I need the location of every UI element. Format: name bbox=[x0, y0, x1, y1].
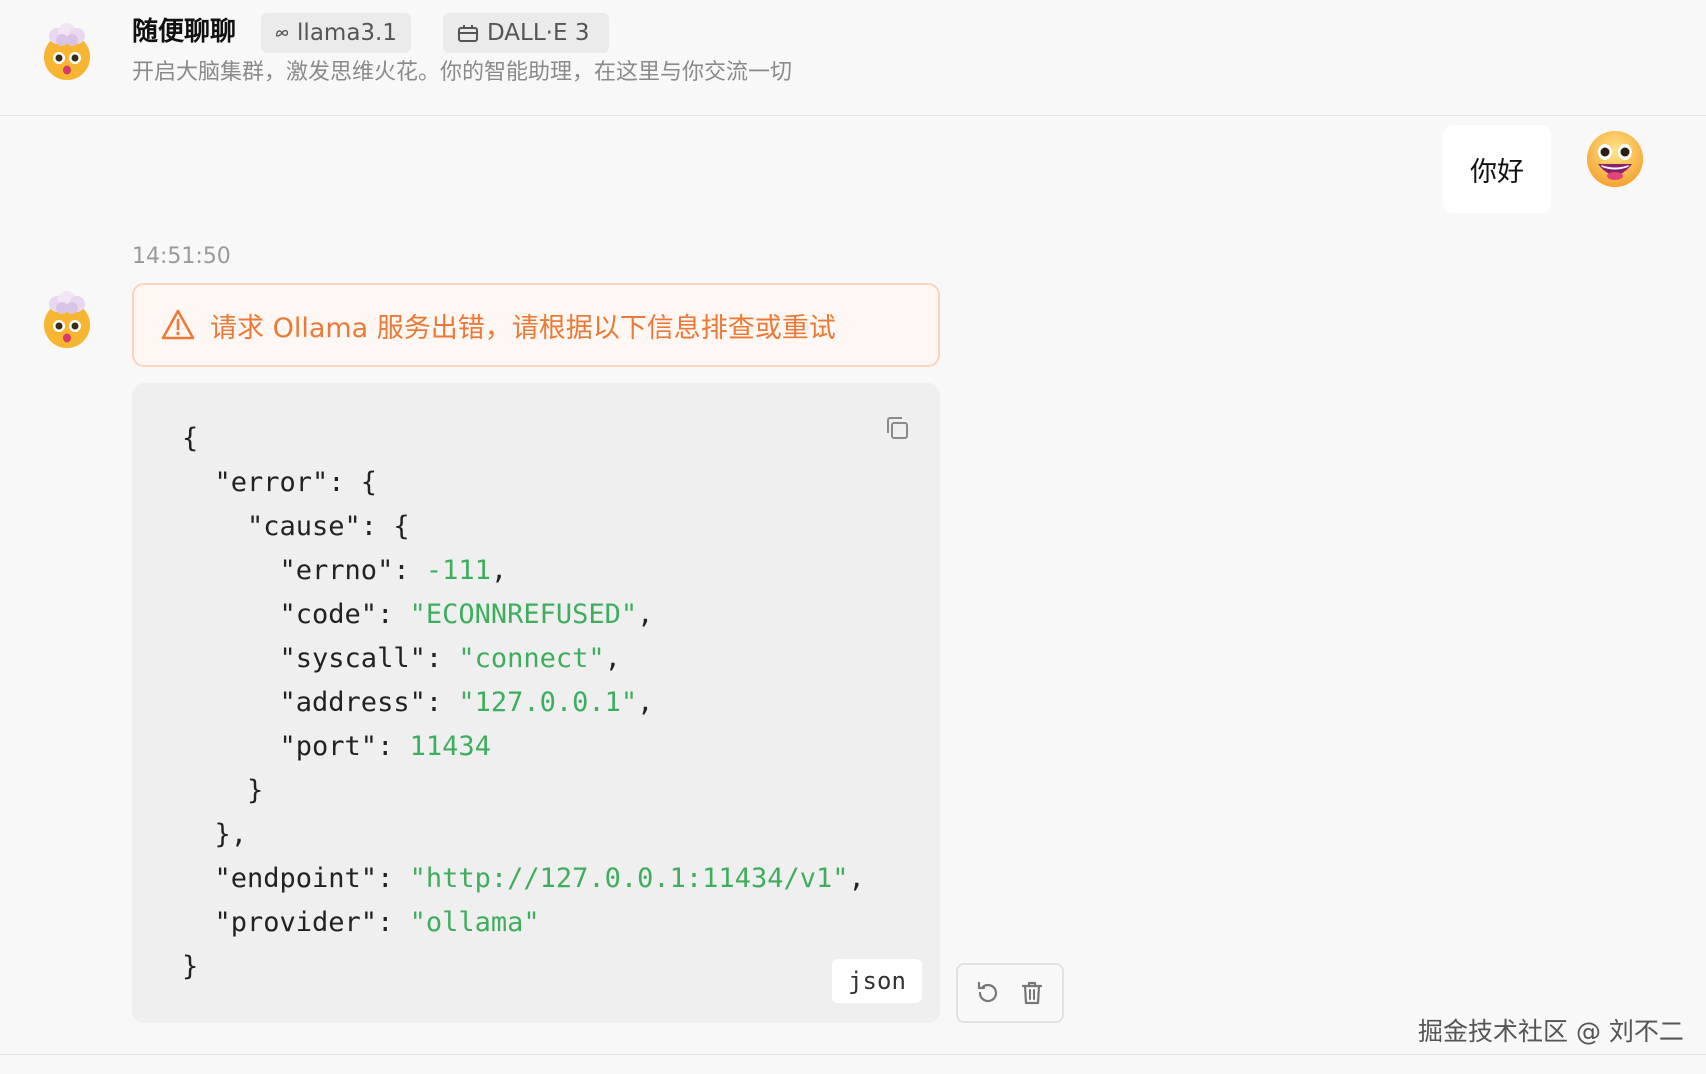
port-value: 11434 bbox=[409, 731, 491, 762]
warning-triangle-icon bbox=[161, 309, 195, 340]
watermark-text: 掘金技术社区 @ 刘不二 bbox=[1418, 1017, 1684, 1046]
chat-header: 随便聊聊 llama3.1 DALL·E 3 开启大脑集群，激发思维火花。你的智… bbox=[0, 0, 1706, 116]
plugin-tag-label: DALL·E 3 bbox=[487, 20, 590, 46]
address-value: "127.0.0.1" bbox=[458, 687, 638, 718]
user-message-text: 你好 bbox=[1470, 156, 1524, 188]
meta-logo-icon bbox=[275, 29, 289, 37]
error-details-code-block: { "error": { "cause": { "errno": -111, "… bbox=[132, 383, 940, 1023]
message-timestamp: 14:51:50 bbox=[132, 244, 231, 269]
error-alert: 请求 Ollama 服务出错，请根据以下信息排查或重试 bbox=[132, 283, 940, 367]
mind-blown-emoji-icon[interactable] bbox=[36, 20, 98, 82]
input-divider bbox=[0, 1054, 1706, 1055]
user-message-bubble: 你好 bbox=[1443, 125, 1551, 213]
code-language-tag: json bbox=[832, 959, 922, 1003]
code-content: { "error": { "cause": { "errno": -111, "… bbox=[182, 423, 865, 982]
copy-icon[interactable] bbox=[882, 413, 912, 443]
plugin-tag[interactable]: DALL·E 3 bbox=[443, 13, 609, 53]
code-value: "ECONNREFUSED" bbox=[409, 599, 638, 630]
message-actions bbox=[956, 963, 1064, 1023]
endpoint-value: "http://127.0.0.1:11434/v1" bbox=[409, 863, 849, 894]
mind-blown-emoji-icon[interactable] bbox=[36, 288, 98, 350]
model-tag-label: llama3.1 bbox=[297, 20, 397, 46]
refresh-icon[interactable] bbox=[973, 978, 1003, 1008]
plugin-box-icon bbox=[458, 25, 478, 42]
agent-description: 开启大脑集群，激发思维火花。你的智能助理，在这里与你交流一切 bbox=[132, 60, 793, 85]
error-message: 请求 Ollama 服务出错，请根据以下信息排查或重试 bbox=[210, 312, 836, 344]
provider-value: "ollama" bbox=[409, 907, 540, 938]
errno-value: -111 bbox=[425, 555, 491, 586]
syscall-value: "connect" bbox=[458, 643, 605, 674]
agent-title: 随便聊聊 bbox=[132, 17, 237, 47]
model-tag[interactable]: llama3.1 bbox=[261, 13, 411, 53]
trash-icon[interactable] bbox=[1017, 978, 1047, 1008]
grinning-face-emoji-icon[interactable] bbox=[1584, 128, 1646, 190]
